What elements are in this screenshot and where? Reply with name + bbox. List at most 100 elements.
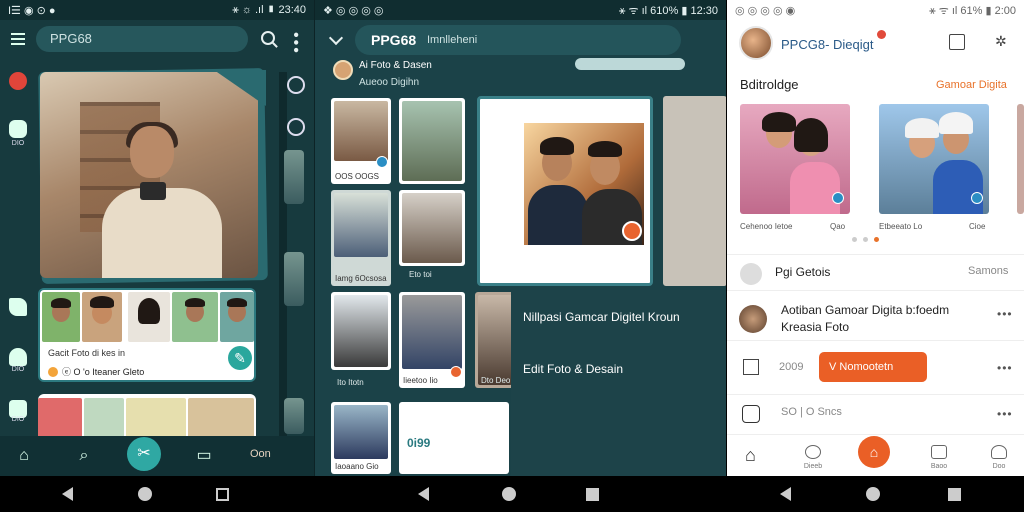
grid-photo[interactable] [331,292,391,370]
side-thumbnail[interactable] [284,398,304,434]
circle-icon[interactable] [287,118,305,136]
top-bar: PPG68 ••• [0,22,314,56]
search-nav-icon[interactable]: ⌕ [75,447,93,465]
nav-label: Baoo [930,463,948,470]
home-button-icon[interactable] [138,487,152,501]
gallery-icon[interactable]: ▭ [195,447,213,465]
home-button-icon[interactable] [502,487,516,501]
back-icon[interactable] [62,487,73,501]
circle-icon[interactable] [287,76,305,94]
list-item[interactable]: Aotiban Gamoar Digita b:foedm Kreasia Fo… [727,290,1024,340]
photo-caption: Iieetoo Iio [403,376,438,385]
back-icon[interactable] [418,487,429,501]
grid-photo[interactable]: Iamg 6Ocsosa [331,190,391,286]
photo-caption: Iaoaano Gio [335,462,379,471]
create-fab-button[interactable]: ✂ [127,437,161,471]
featured-photo-card[interactable] [477,96,653,286]
more-horiz-icon[interactable]: ••• [997,361,1013,375]
edit-badge-icon [971,192,983,204]
nav-label: Dieeb [803,463,823,470]
list-item[interactable]: SO | O Sncs ••• [727,394,1024,434]
nav-label[interactable]: Oon [250,448,271,460]
photo-caption: Dto Deo [481,376,511,385]
card-subline: ⓔ O 'o Iteaner Gleto [48,365,144,378]
grid-photo[interactable] [399,190,465,266]
grid-photo[interactable]: OOS OOGS [331,98,391,184]
side-photo[interactable] [663,96,726,286]
carousel-photo[interactable] [879,104,989,214]
home-outline-icon [743,359,759,375]
tool-icon[interactable] [9,298,27,316]
phone-screen-3: ◎ ◎ ◎ ◎ ◉ ⚹ ᯤ ıl 61% ▮ 2:00 PPCG8- Dieqi… [727,0,1024,476]
edit-badge-icon [376,156,388,168]
side-thumbnail[interactable] [284,150,304,204]
recents-icon[interactable] [948,488,961,501]
woman-with-camera [102,122,222,278]
carousel-photo[interactable] [740,104,850,214]
menu-item-edit-foto[interactable]: Edit Foto & Desain [523,362,623,376]
carousel-photo-peek[interactable] [1017,104,1024,214]
create-fab-button[interactable]: ⌂ [858,436,890,468]
primary-action-button[interactable]: V Nomootetn [819,352,927,382]
list-item-subtitle: Kreasia Foto [781,320,850,334]
card-photo [42,292,80,342]
grid-photo[interactable] [399,98,465,184]
side-thumbnail[interactable] [284,252,304,306]
hero-photo[interactable] [40,72,258,278]
share-icon[interactable] [949,34,965,50]
chart-thumbnail[interactable]: 0i99 [399,402,509,474]
app-logo-icon[interactable] [9,72,27,90]
rail-label: DIO [11,140,25,147]
more-horiz-icon[interactable]: ••• [997,407,1013,421]
profile-icon[interactable] [991,445,1007,459]
status-right: ⚹ ☼ .ıl ▮ 23:40 [232,3,306,16]
avatar[interactable] [739,26,773,60]
card-photo [172,292,218,342]
status-bar: I☰ ◉ ⊙ ● ⚹ ☼ .ıl ▮ 23:40 [0,0,314,20]
status-left: I☰ ◉ ⊙ ● [8,4,56,17]
grid-photo[interactable]: Iieetoo Iio [399,292,465,388]
avatar[interactable] [333,60,353,80]
tab-pill[interactable] [575,58,685,70]
gallery-icon[interactable] [931,445,947,459]
recents-icon[interactable] [586,488,599,501]
grid-photo[interactable] [475,292,515,388]
photo-caption: Etbeeato Lo [879,222,923,231]
more-vert-icon[interactable]: ••• [287,32,304,55]
settings-icon[interactable]: ✲ [995,34,1009,48]
edit-fab-icon[interactable]: ✎ [228,346,252,370]
status-right: ⚹ ᯤ ıl 610% ▮ 12:30 [618,4,718,17]
nav-label: Doo [992,463,1006,470]
section-link[interactable]: Gamoar Digita [936,79,1007,91]
app-title: PPCG8- Dieqigt [781,37,874,52]
list-item[interactable]: Pgi Getois Samons [727,254,1024,290]
photo-caption: Cehenoo Ietoe [740,222,793,231]
explore-icon[interactable] [805,445,821,459]
recents-icon[interactable] [216,488,229,501]
back-chevron-icon[interactable] [328,30,344,46]
home-icon[interactable]: ⌂ [745,445,756,466]
back-icon[interactable] [780,487,791,501]
status-right: ⚹ ᯤ ıl 61% ▮ 2:00 [929,4,1016,17]
camera-badge-icon [622,221,642,241]
status-bar: ❖ ◎ ◎ ◎ ◎ ⚹ ᯤ ıl 610% ▮ 12:30 [315,0,726,20]
search-input[interactable]: PPG68 [36,26,248,52]
card-caption: Gacit Foto di kes in [48,348,126,358]
menu-item-buat-gambar[interactable]: Nillpasi Gamcar Digitel Kroun [523,310,680,324]
home-button-icon[interactable] [866,487,880,501]
search-icon[interactable] [261,31,275,45]
home-icon[interactable]: ⌂ [15,447,33,465]
more-horiz-icon[interactable]: ••• [997,307,1013,321]
status-left: ◎ ◎ ◎ ◎ ◉ [735,4,796,17]
notification-dot-icon [877,30,886,39]
grid-photo[interactable]: Iaoaano Gio [331,402,391,474]
status-left: ❖ ◎ ◎ ◎ ◎ [323,4,384,17]
menu-icon[interactable] [11,33,25,45]
avatar-dot-icon [48,366,58,377]
heart-icon[interactable] [9,120,27,138]
person-icon[interactable] [9,348,27,366]
photo-card[interactable]: Gacit Foto di kes in ⓔ O 'o Iteaner Glet… [38,288,256,382]
section-title: Bditroldge [740,77,799,92]
photo-caption: Ito Itotn [337,378,364,387]
photo-caption: Iamg 6Ocsosa [335,274,387,283]
